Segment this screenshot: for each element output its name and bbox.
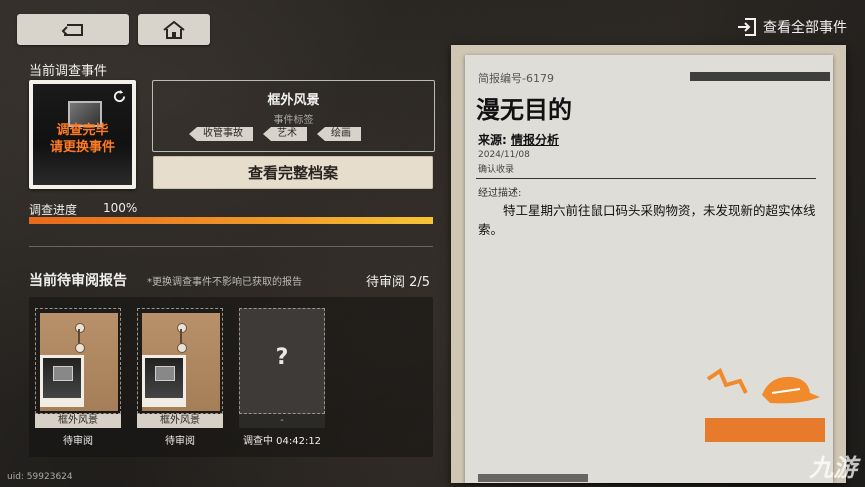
report-status: 待审阅 (165, 436, 195, 447)
document-body: 特工星期六前往鼠口码头采购物资，未发现新的超实体线索。 (478, 203, 816, 237)
thumbnail-image (43, 358, 81, 398)
progress-label: 调查进度 (29, 203, 78, 217)
report-caption: - (239, 414, 325, 428)
document-number: 简报编号-6179 (478, 72, 554, 85)
divider (29, 246, 433, 247)
unknown-question-mark: ? (275, 345, 289, 370)
current-event-card[interactable]: 调查完毕 请更换事件 (29, 80, 136, 189)
report-thumbnail (40, 355, 84, 407)
event-tag-label: 事件标签 (273, 115, 314, 126)
user-id: uid: 59923624 (7, 472, 73, 482)
redacted-footer (478, 474, 588, 482)
document-source: 来源: 情报分析 (478, 131, 559, 148)
document-title: 漫无目的 (476, 96, 572, 124)
report-caption: 框外风景 (137, 414, 223, 428)
report-frame: ? (239, 308, 325, 414)
envelope-clasp (75, 323, 85, 333)
review-section-title: 当前待审阅报告 (29, 273, 127, 289)
description-label: 经过描述: (478, 188, 522, 199)
exit-door-icon (738, 18, 756, 36)
thumbnail-image (145, 358, 183, 398)
review-note: *更换调查事件不影响已获取的报告 (147, 277, 302, 288)
report-status: 调查中 04:42:12 (242, 436, 322, 447)
review-count: 待审阅 2/5 (366, 275, 431, 290)
progress-bar-fill (29, 217, 433, 224)
home-button[interactable] (138, 14, 210, 45)
tag-item: 收管事故 (189, 127, 253, 141)
report-card-pending[interactable]: ? - 调查中 04:42:12 (239, 308, 325, 447)
stamp-bar (705, 418, 825, 442)
return-arrow-icon (61, 23, 83, 36)
view-full-archive-button[interactable]: 查看完整档案 (153, 156, 433, 189)
refresh-icon[interactable] (113, 90, 126, 103)
status-line-1: 调查完毕 (56, 123, 109, 138)
envelope-clasp (75, 343, 85, 353)
report-caption: 框外风景 (35, 414, 121, 428)
view-all-events-button[interactable]: 查看全部事件 (737, 17, 847, 37)
current-event-title: 当前调查事件 (29, 64, 108, 79)
event-info-box: 框外风景 事件标签 收管事故 艺术 绘画 (152, 80, 435, 152)
event-name: 框外风景 (267, 93, 320, 108)
event-card-image: 调查完毕 请更换事件 (33, 84, 132, 185)
document-date: 2024/11/08 (478, 150, 530, 160)
tag-item: 艺术 (263, 127, 307, 141)
report-status: 待审阅 (63, 436, 93, 447)
review-panel: 框外风景 待审阅 框外风景 待审阅 ? - 调查中 04:42:12 (29, 297, 433, 457)
report-thumbnail (142, 355, 186, 407)
report-frame (137, 308, 223, 414)
redacted-header (690, 72, 830, 81)
envelope-clasp (177, 343, 187, 353)
document-confirm: 确认收录 (478, 165, 515, 175)
back-button[interactable] (17, 14, 129, 45)
source-label: 来源: (478, 133, 507, 147)
view-all-label: 查看全部事件 (763, 20, 847, 36)
document-rule (476, 178, 816, 179)
tag-item: 绘画 (317, 127, 361, 141)
report-card[interactable]: 框外风景 待审阅 (35, 308, 121, 447)
event-card-status: 调查完毕 请更换事件 (33, 122, 132, 156)
progress-bar (29, 217, 433, 224)
envelope-clasp (177, 323, 187, 333)
progress-value: 100% (103, 201, 138, 215)
report-card[interactable]: 框外风景 待审阅 (137, 308, 223, 447)
home-icon (163, 20, 185, 39)
hat-stamp-icon (706, 368, 820, 404)
watermark-logo: 九游 (809, 454, 857, 482)
report-frame (35, 308, 121, 414)
status-line-2: 请更换事件 (49, 140, 115, 155)
source-link[interactable]: 情报分析 (511, 133, 559, 147)
event-tags: 收管事故 艺术 绘画 (189, 127, 361, 141)
